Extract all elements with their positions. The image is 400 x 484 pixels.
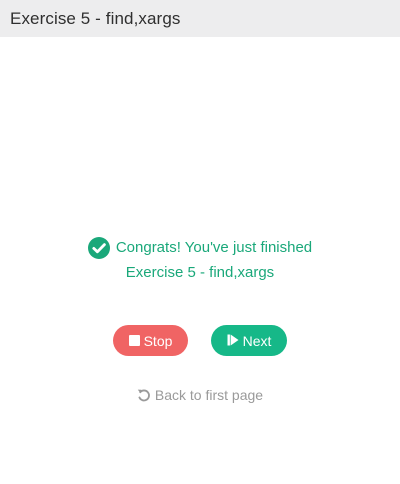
next-button-label: Next	[242, 332, 272, 349]
back-to-first-page-link[interactable]: Back to first page	[0, 387, 400, 403]
congrats-message: Congrats! You've just finished Exercise …	[0, 236, 400, 285]
check-circle-icon	[87, 237, 110, 259]
undo-icon	[137, 388, 151, 402]
exercise-name: Exercise 5 - find,xargs	[125, 264, 275, 281]
action-buttons: Stop Next	[0, 325, 400, 356]
stop-button[interactable]: Stop	[113, 325, 188, 356]
page-title: Exercise 5 - find,xargs	[10, 8, 181, 28]
step-forward-icon	[227, 333, 239, 349]
next-button[interactable]: Next	[211, 325, 287, 356]
stop-button-label: Stop	[143, 332, 173, 349]
stop-icon	[128, 335, 140, 346]
congrats-text: Congrats! You've just finished	[115, 239, 313, 256]
back-link-label: Back to first page	[154, 387, 264, 403]
title-bar: Exercise 5 - find,xargs	[0, 0, 400, 37]
congrats-line-1: Congrats! You've just finished	[0, 236, 400, 260]
